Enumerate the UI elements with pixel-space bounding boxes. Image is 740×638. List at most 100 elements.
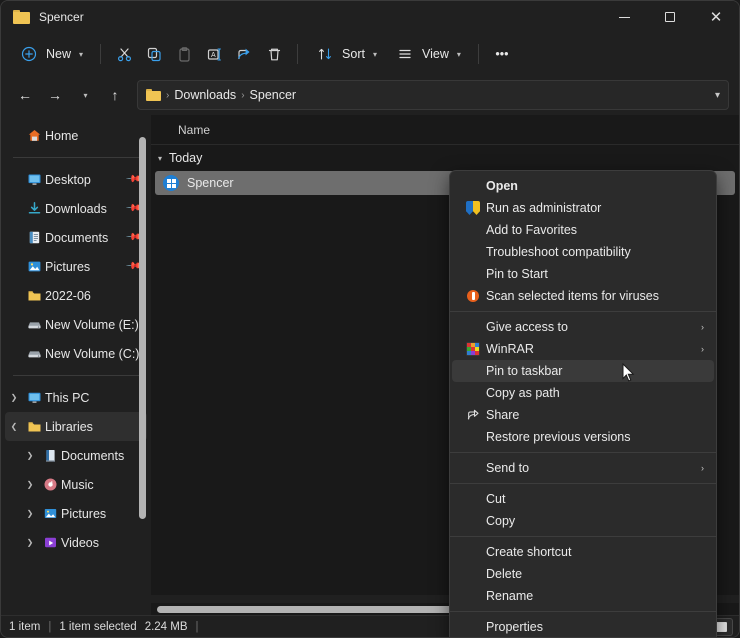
folder-icon xyxy=(23,288,45,303)
status-item-count: 1 item xyxy=(9,620,41,633)
file-group-today[interactable]: ▾ Today xyxy=(151,145,739,171)
menu-item-copy-as-path[interactable]: Copy as path xyxy=(452,382,714,404)
menu-item-give-access-to[interactable]: Give access to › xyxy=(452,316,714,338)
chevron-down-icon[interactable]: ▾ xyxy=(158,154,162,163)
menu-item-scan-for-viruses[interactable]: Scan selected items for viruses xyxy=(452,285,714,307)
sidebar-item-pictures[interactable]: Pictures 📌 xyxy=(5,252,147,281)
menu-item-label: Copy as path xyxy=(486,386,560,400)
new-button-label: New xyxy=(46,47,72,61)
sidebar-item-desktop[interactable]: Desktop 📌 xyxy=(5,165,147,194)
menu-item-label: Add to Favorites xyxy=(486,223,578,237)
cut-button[interactable] xyxy=(110,38,138,70)
back-button[interactable]: ← xyxy=(11,81,39,109)
more-options-button[interactable]: ••• xyxy=(488,38,516,70)
menu-item-label: WinRAR xyxy=(486,342,534,356)
scissors-icon xyxy=(116,44,133,64)
recent-locations-button[interactable]: ▾ xyxy=(71,81,99,109)
status-divider-2: | xyxy=(195,620,199,633)
window-title: Spencer xyxy=(39,10,84,24)
menu-item-label: Open xyxy=(486,179,518,193)
menu-item-label: Run as administrator xyxy=(486,201,602,215)
menu-item-label: Delete xyxy=(486,567,523,581)
menu-item-copy[interactable]: Copy xyxy=(452,510,714,532)
minimize-button[interactable] xyxy=(601,1,647,33)
menu-item-troubleshoot-compatibility[interactable]: Troubleshoot compatibility xyxy=(452,241,714,263)
sidebar-item-documents[interactable]: Documents 📌 xyxy=(5,223,147,252)
menu-item-rename[interactable]: Rename xyxy=(452,585,714,607)
sidebar-item-library-music[interactable]: ❯ Music xyxy=(5,470,147,499)
menu-item-winrar[interactable]: WinRAR › xyxy=(452,338,714,360)
chevron-right-icon[interactable]: ❯ xyxy=(21,451,39,460)
trash-icon xyxy=(266,44,283,64)
paste-button[interactable] xyxy=(170,38,198,70)
windows-app-icon xyxy=(163,175,179,191)
menu-item-add-to-favorites[interactable]: Add to Favorites xyxy=(452,219,714,241)
share-button[interactable] xyxy=(230,38,258,70)
chevron-right-icon[interactable]: ❯ xyxy=(21,509,39,518)
menu-item-properties[interactable]: Properties xyxy=(452,616,714,637)
rename-button[interactable]: A xyxy=(200,38,228,70)
new-button[interactable]: New ▾ xyxy=(11,38,91,70)
sidebar-item-home[interactable]: Home xyxy=(5,121,147,150)
sidebar-item-new-volume-e[interactable]: New Volume (E:) xyxy=(5,310,147,339)
sidebar-item-library-documents[interactable]: ❯ Documents xyxy=(5,441,147,470)
folder-icon xyxy=(13,10,30,24)
file-explorer-window: Spencer ✕ New ▾ A Sort ▾ View ▾ ••• ← → … xyxy=(0,0,740,638)
chevron-down-icon: ▾ xyxy=(79,49,84,59)
menu-item-label: Copy xyxy=(486,514,516,528)
sidebar-item-label: This PC xyxy=(45,390,90,405)
chevron-down-icon[interactable]: ▾ xyxy=(715,90,720,101)
column-header-row: Name xyxy=(151,115,739,145)
menu-item-cut[interactable]: Cut xyxy=(452,488,714,510)
sidebar-item-2022-06[interactable]: 2022-06 xyxy=(5,281,147,310)
menu-item-run-as-administrator[interactable]: Run as administrator xyxy=(452,197,714,219)
share-icon xyxy=(460,408,486,423)
sort-button[interactable]: Sort ▾ xyxy=(307,38,385,70)
menu-item-label: Rename xyxy=(486,589,534,603)
menu-item-create-shortcut[interactable]: Create shortcut xyxy=(452,541,714,563)
menu-item-delete[interactable]: Delete xyxy=(452,563,714,585)
sidebar-scrollbar[interactable] xyxy=(139,137,146,519)
toolbar-divider-2 xyxy=(297,44,299,64)
menu-item-pin-to-taskbar[interactable]: Pin to taskbar xyxy=(452,360,714,382)
forward-button[interactable]: → xyxy=(41,81,69,109)
folder-icon xyxy=(23,419,45,434)
sidebar-item-new-volume-c[interactable]: New Volume (C:) xyxy=(5,339,147,368)
view-button[interactable]: View ▾ xyxy=(387,38,469,70)
sidebar-item-label: Music xyxy=(61,477,94,492)
menu-item-pin-to-start[interactable]: Pin to Start xyxy=(452,263,714,285)
menu-item-share[interactable]: Share xyxy=(452,404,714,426)
documents-icon xyxy=(23,230,45,245)
file-name: Spencer xyxy=(187,176,234,190)
copy-button[interactable] xyxy=(140,38,168,70)
menu-item-restore-previous-versions[interactable]: Restore previous versions xyxy=(452,426,714,448)
close-button[interactable]: ✕ xyxy=(693,1,739,33)
chevron-down-icon[interactable]: ❮ xyxy=(5,422,23,431)
maximize-button[interactable] xyxy=(647,1,693,33)
sidebar-item-label: Documents xyxy=(45,230,109,245)
sidebar-item-library-pictures[interactable]: ❯ Pictures xyxy=(5,499,147,528)
titlebar: Spencer ✕ xyxy=(1,1,739,33)
delete-button[interactable] xyxy=(260,38,288,70)
sidebar-item-library-videos[interactable]: ❯ Videos xyxy=(5,528,147,557)
home-icon xyxy=(23,128,45,143)
sort-button-label: Sort xyxy=(342,47,365,61)
sidebar-item-downloads[interactable]: Downloads 📌 xyxy=(5,194,147,223)
menu-item-send-to[interactable]: Send to › xyxy=(452,457,714,479)
sidebar-item-label: Documents xyxy=(61,448,125,463)
sidebar-item-this-pc[interactable]: ❯ This PC xyxy=(5,383,147,412)
breadcrumb-separator-2: › xyxy=(241,89,245,101)
chevron-down-icon: ▾ xyxy=(456,49,461,59)
sidebar-item-libraries[interactable]: ❮ Libraries xyxy=(5,412,147,441)
column-header-name[interactable]: Name xyxy=(178,123,210,137)
chevron-right-icon[interactable]: ❯ xyxy=(21,538,39,547)
up-button[interactable]: ↑ xyxy=(101,81,129,109)
breadcrumb-item-downloads[interactable]: Downloads xyxy=(174,88,236,102)
breadcrumb[interactable]: › Downloads › Spencer ▾ xyxy=(137,80,729,110)
menu-separator-2 xyxy=(450,452,716,453)
menu-item-open[interactable]: Open xyxy=(452,175,714,197)
chevron-right-icon[interactable]: ❯ xyxy=(21,480,39,489)
breadcrumb-item-spencer[interactable]: Spencer xyxy=(250,88,297,102)
chevron-right-icon[interactable]: ❯ xyxy=(5,393,23,402)
status-selection: 1 item selected xyxy=(59,620,137,633)
